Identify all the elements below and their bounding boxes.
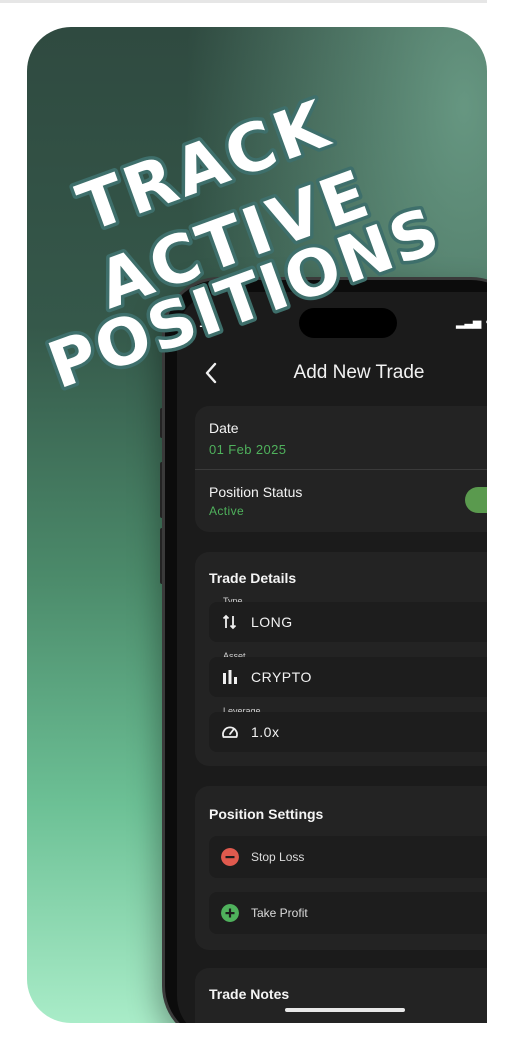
take-profit-button[interactable]: Take Profit (209, 892, 516, 934)
position-settings-section: Position Settings Stop Loss Take Profit (195, 786, 516, 950)
headline-line-1: TRACK (68, 85, 340, 247)
top-divider (0, 0, 516, 3)
type-value: LONG (251, 614, 293, 630)
app-screen: 15: ▂▃▅ ◠ 7 Add New Trade Date 01 Feb 20… (177, 292, 516, 1040)
trade-details-title: Trade Details (209, 570, 297, 586)
minus-circle-icon (221, 848, 239, 866)
dynamic-island (299, 308, 397, 338)
position-settings-title: Position Settings (209, 806, 324, 822)
position-status-value: Active (209, 504, 245, 518)
speedometer-icon (222, 726, 238, 738)
home-indicator (285, 1008, 405, 1012)
swap-vertical-icon (222, 614, 237, 630)
asset-dropdown[interactable]: CRYPTO (209, 657, 516, 697)
stop-loss-label: Stop Loss (251, 850, 305, 864)
signal-icon: ▂▃▅ (456, 317, 482, 329)
plus-circle-icon (221, 904, 239, 922)
page-title: Add New Trade (293, 362, 425, 383)
trade-details-section: Trade Details Type LONG Asset CRYPTO Lev… (195, 552, 516, 766)
date-value[interactable]: 01 Feb 2025 (209, 442, 286, 457)
bar-chart-icon (223, 670, 237, 684)
position-status-label: Position Status (209, 484, 303, 500)
status-bar: 15: ▂▃▅ ◠ 7 (177, 292, 516, 342)
date-status-section: Date 01 Feb 2025 Position Status Active (195, 406, 516, 532)
stop-loss-button[interactable]: Stop Loss (209, 836, 516, 878)
phone-volume-up (160, 462, 164, 518)
trade-notes-title: Trade Notes (209, 986, 290, 1002)
nav-bar: Add New Trade (177, 354, 516, 394)
leverage-value: 1.0x (251, 724, 280, 740)
card-mask-bottom (0, 1023, 516, 1056)
asset-value: CRYPTO (251, 669, 312, 685)
phone-side-button (160, 408, 164, 438)
status-time: 15: (199, 314, 220, 330)
take-profit-label: Take Profit (251, 906, 308, 920)
phone-volume-down (160, 528, 164, 584)
date-label: Date (209, 420, 239, 436)
leverage-dropdown[interactable]: 1.0x (209, 712, 516, 752)
phone-frame: 15: ▂▃▅ ◠ 7 Add New Trade Date 01 Feb 20… (165, 280, 516, 1040)
card-mask-right (487, 0, 516, 1056)
section-divider (195, 469, 516, 470)
type-dropdown[interactable]: LONG (209, 602, 516, 642)
